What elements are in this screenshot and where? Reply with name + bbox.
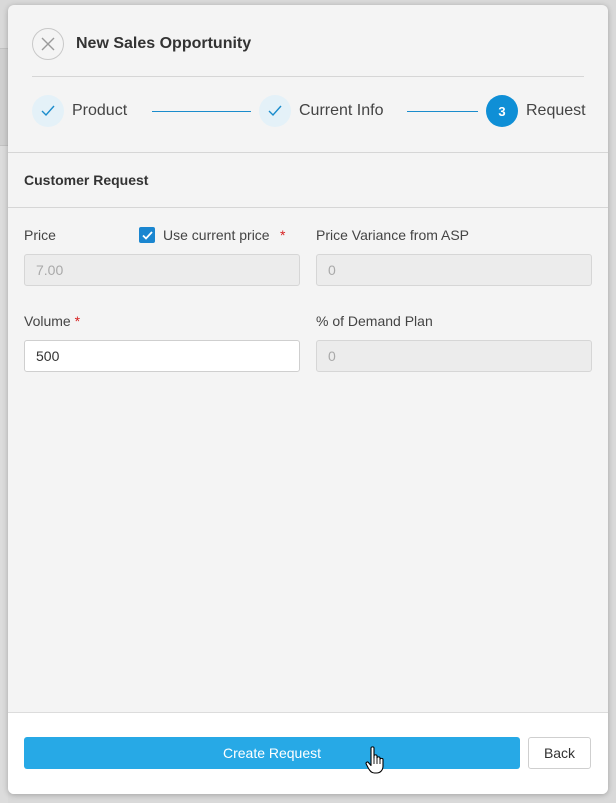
backdrop-panel [0, 48, 8, 146]
price-input [24, 254, 300, 286]
step-complete-indicator [259, 95, 291, 127]
step-connector [407, 111, 478, 112]
new-sales-opportunity-dialog: New Sales Opportunity Product Current In… [8, 5, 608, 794]
close-icon [41, 37, 55, 51]
use-current-price-checkbox[interactable] [139, 227, 155, 243]
section-title: Customer Request [24, 172, 149, 188]
use-current-price-label[interactable]: Use current price [163, 227, 270, 243]
header-divider [32, 76, 584, 77]
section-header: Customer Request [8, 152, 608, 208]
hand-cursor-icon [365, 746, 384, 774]
step-current-info[interactable]: Current Info [259, 93, 383, 129]
dialog-header: New Sales Opportunity Product Current In… [8, 5, 608, 152]
dialog-title: New Sales Opportunity [76, 35, 252, 52]
step-number-badge: 3 [486, 95, 518, 127]
volume-input[interactable] [24, 340, 300, 372]
step-label: Product [72, 102, 128, 119]
step-complete-indicator [32, 95, 64, 127]
check-icon [41, 105, 55, 117]
step-connector [152, 111, 251, 112]
required-indicator: * [280, 227, 286, 243]
step-label: Current Info [299, 102, 384, 119]
step-product[interactable]: Product [32, 93, 127, 129]
volume-label-text: Volume [24, 313, 71, 329]
check-icon [268, 105, 282, 117]
step-label: Request [526, 102, 586, 119]
back-button[interactable]: Back [528, 737, 591, 769]
step-request[interactable]: 3 Request [486, 93, 586, 129]
price-label: Price [24, 227, 56, 243]
close-button[interactable] [32, 28, 64, 60]
dialog-footer: Create Request Back [8, 712, 608, 794]
volume-label: Volume * [24, 313, 80, 329]
price-variance-input [316, 254, 592, 286]
checkmark-icon [141, 230, 153, 240]
create-request-button[interactable]: Create Request [24, 737, 520, 769]
price-variance-label: Price Variance from ASP [316, 227, 470, 243]
stepper: Product Current Info 3 Request [32, 93, 586, 129]
required-indicator: * [74, 313, 81, 329]
backdrop-panel-lower [0, 146, 8, 803]
demand-plan-label: % of Demand Plan [316, 313, 433, 329]
demand-plan-input [316, 340, 592, 372]
